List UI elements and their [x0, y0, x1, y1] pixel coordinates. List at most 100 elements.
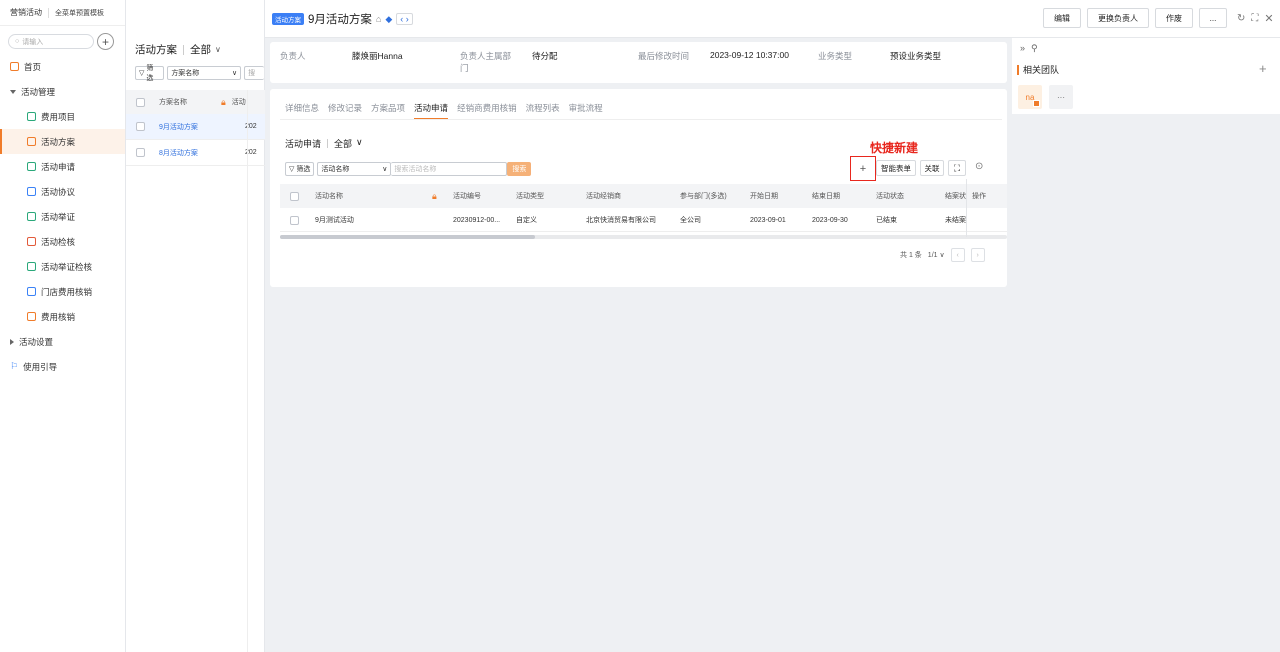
- tab-history[interactable]: 修改记录: [328, 102, 362, 114]
- store-icon: [27, 287, 36, 296]
- biz-type-label: 业务类型: [818, 51, 853, 61]
- nav-item-check[interactable]: 活动检核: [0, 229, 125, 254]
- nav-group-activity[interactable]: 活动管理: [0, 79, 125, 104]
- search-button[interactable]: 搜索: [507, 162, 532, 176]
- void-button[interactable]: 作废: [1155, 8, 1193, 28]
- add-member-button[interactable]: +: [1259, 61, 1267, 76]
- annotation-label: 快捷新建: [870, 141, 919, 155]
- owner-value[interactable]: 滕焕丽Hanna: [352, 50, 403, 62]
- smart-form-button[interactable]: 智能表单: [876, 160, 916, 176]
- nav-guide[interactable]: ⚐ 使用引导: [0, 354, 125, 379]
- object-tag: 活动方案: [272, 13, 304, 25]
- relate-button[interactable]: 关联: [920, 160, 944, 176]
- more-members-button[interactable]: ···: [1049, 85, 1073, 109]
- nav-item-store-writeoff[interactable]: 门店费用核销: [0, 279, 125, 304]
- more-button[interactable]: ...: [1199, 8, 1227, 28]
- pin-icon[interactable]: ⚲: [1031, 43, 1038, 54]
- chevron-left-icon[interactable]: ‹: [400, 14, 403, 24]
- add-button[interactable]: +: [97, 33, 114, 50]
- dealer-link[interactable]: 北京快消贸易有限公司: [586, 208, 656, 232]
- lock-icon: 🔒︎: [221, 96, 226, 107]
- list-scope-dropdown[interactable]: 全部 ∨: [190, 42, 221, 57]
- nav-home[interactable]: 首页: [0, 54, 125, 79]
- lock-icon: 🔒︎: [432, 190, 437, 201]
- departments: 全公司: [680, 217, 701, 224]
- next-page-button[interactable]: ›: [970, 248, 985, 262]
- nav-item-proof-check[interactable]: 活动举证检核: [0, 254, 125, 279]
- filter-button[interactable]: ▽ 筛选: [135, 65, 165, 82]
- field-label: 活动名称: [321, 166, 350, 173]
- col-name-header: 方案名称: [159, 99, 187, 106]
- col-header: 活动类型: [516, 193, 544, 200]
- lock-icon[interactable]: ⌂: [376, 14, 381, 24]
- nav-item-agreement[interactable]: 活动协议: [0, 179, 125, 204]
- sub-scope-dropdown[interactable]: 全部 ∨: [334, 137, 363, 150]
- scrollbar-thumb[interactable]: [280, 235, 535, 239]
- proof-icon: [27, 212, 36, 221]
- list-search-input[interactable]: 搜: [244, 66, 265, 80]
- tab-dealer-writeoff[interactable]: 经销商费用核销: [457, 102, 517, 114]
- avatar[interactable]: na: [1018, 85, 1042, 109]
- change-owner-button[interactable]: 更换负责人: [1087, 8, 1149, 28]
- filter-label: 筛选: [146, 65, 154, 82]
- row-checkbox[interactable]: [136, 122, 145, 131]
- fullscreen-icon[interactable]: ⛶: [948, 160, 966, 176]
- tab-detail[interactable]: 详细信息: [285, 102, 319, 114]
- sub-filter-bar: ▽ 筛选 活动名称 ∨ 搜索活动名称 搜索: [285, 162, 532, 176]
- page-select[interactable]: 1/1 ∨: [928, 251, 945, 259]
- row-checkbox[interactable]: [290, 215, 299, 225]
- nav-item-label: 活动协议: [41, 186, 76, 197]
- search-icon: ○: [15, 38, 20, 45]
- nav-group-label: 活动管理: [21, 86, 56, 97]
- sub-search-input[interactable]: 搜索活动名称: [391, 162, 508, 176]
- template-name[interactable]: 全菜单预置模板: [55, 8, 104, 18]
- list-title-text: 活动方案: [135, 44, 177, 56]
- quick-add-button[interactable]: +: [855, 161, 871, 176]
- activity-name-link[interactable]: 9月测试活动: [315, 208, 354, 232]
- chevron-right-icon: [10, 338, 14, 345]
- refresh-icon[interactable]: ↻: [1237, 13, 1245, 24]
- collapse-icon[interactable]: »: [1020, 43, 1025, 54]
- row-name-link[interactable]: 8月活动方案: [159, 148, 245, 158]
- activity-status: 已结束: [876, 217, 897, 224]
- list-row[interactable]: 9月活动方案 202: [126, 114, 265, 140]
- nav-item-cost-item[interactable]: 费用项目: [0, 104, 125, 129]
- row-checkbox[interactable]: [136, 148, 145, 157]
- prev-next-nav[interactable]: ‹ ›: [396, 13, 413, 25]
- table-row[interactable]: 9月测试活动 20230912-00... 自定义 北京快消贸易有限公司 全公司…: [280, 208, 1007, 232]
- activity-type: 自定义: [516, 217, 537, 224]
- field-select[interactable]: 方案名称 ∨: [167, 66, 242, 80]
- horizontal-scrollbar[interactable]: [280, 235, 1007, 239]
- close-icon[interactable]: ✕: [1264, 12, 1273, 25]
- nav-item-proof[interactable]: 活动举证: [0, 204, 125, 229]
- list-row[interactable]: 8月活动方案 202: [126, 140, 265, 166]
- expand-icon[interactable]: ⛶: [1251, 13, 1258, 24]
- chevron-down-icon: ∨: [382, 166, 388, 173]
- app-title[interactable]: 营销活动: [10, 7, 42, 18]
- tab-process-list[interactable]: 流程列表: [526, 102, 560, 114]
- settings-icon[interactable]: ⊙: [975, 161, 983, 172]
- col-header: 结束日期: [812, 193, 840, 200]
- select-all-checkbox[interactable]: [290, 191, 299, 201]
- modified-value: 2023-09-12 10:37:00: [710, 50, 789, 60]
- nav-item-cost-writeoff[interactable]: 费用核销: [0, 304, 125, 329]
- tab-approval[interactable]: 审批流程: [569, 102, 603, 114]
- tab-activity-application[interactable]: 活动申请: [414, 102, 449, 120]
- row-name-link[interactable]: 9月活动方案: [159, 122, 245, 132]
- list-table-header: 方案名称 🔒︎ 活动: [126, 90, 265, 114]
- chevron-right-icon[interactable]: ›: [406, 14, 409, 24]
- select-all-checkbox[interactable]: [136, 97, 145, 107]
- nav-item-plan[interactable]: 活动方案: [0, 129, 125, 154]
- edit-button[interactable]: 编辑: [1043, 8, 1081, 28]
- field-select[interactable]: 活动名称 ∨: [317, 162, 392, 176]
- search-input[interactable]: ○ 请输入: [8, 34, 94, 49]
- col-header: 活动编号: [453, 193, 481, 200]
- filter-button[interactable]: ▽ 筛选: [285, 162, 315, 176]
- tag-icon[interactable]: ◆: [385, 14, 392, 25]
- plan-list-panel: 活动方案 全部 ∨ ▽ 筛选 方案名称 ∨ 搜 方案名称 🔒︎ 活动 9月活动方案 2…: [126, 0, 265, 652]
- nav-settings[interactable]: 活动设置: [0, 329, 125, 354]
- prev-page-button[interactable]: ‹: [950, 248, 965, 262]
- tab-plan-items[interactable]: 方案品项: [371, 102, 405, 114]
- nav-item-application[interactable]: 活动申请: [0, 154, 125, 179]
- list-title: 活动方案 全部 ∨: [135, 42, 221, 57]
